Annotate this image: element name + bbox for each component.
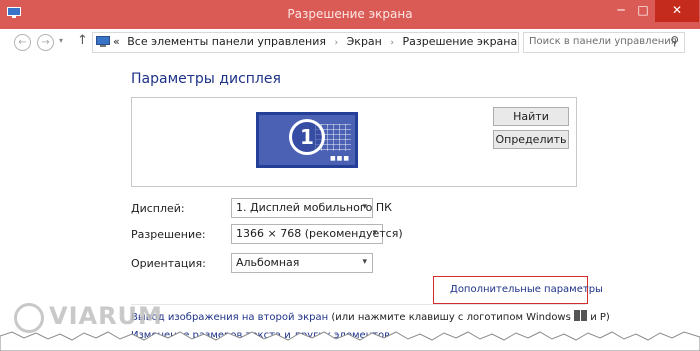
projector-hint-text-end: и Р) — [587, 312, 610, 323]
breadcrumb-overflow[interactable]: « — [113, 35, 120, 48]
search-icon[interactable]: ⚲ — [670, 34, 679, 48]
orientation-select[interactable]: Альбомная ▾ — [231, 253, 373, 273]
resolution-row: Разрешение: 1366 × 768 (рекомендуется) ▾ — [131, 224, 403, 244]
advanced-settings-link[interactable]: Дополнительные параметры — [450, 284, 603, 295]
search-input[interactable]: Поиск в панели управления ⚲ — [523, 32, 685, 53]
recent-locations-dropdown-icon[interactable]: ▾ — [59, 36, 63, 45]
orientation-value: Альбомная — [236, 256, 300, 269]
title-bar: Разрешение экрана ─ □ ✕ — [0, 0, 700, 29]
monitor-1-icon[interactable]: 1 ■■■ — [256, 112, 358, 168]
breadcrumb-item-resolution[interactable]: Разрешение экрана — [402, 35, 517, 48]
breadcrumb-separator-icon[interactable]: › — [390, 38, 394, 48]
monitor-number: 1 — [289, 119, 325, 155]
orientation-row: Ориентация: Альбомная ▾ — [131, 253, 391, 273]
window-title: Разрешение экрана — [287, 7, 413, 21]
projector-hint-text: (или нажмите клавишу с логотипом Windows — [328, 312, 575, 323]
resolution-select[interactable]: 1366 × 768 (рекомендуется) ▾ — [231, 224, 403, 244]
resolution-value: 1366 × 768 (рекомендуется) — [236, 227, 403, 240]
identify-button[interactable]: Определить — [493, 130, 569, 149]
breadcrumb-item-screen[interactable]: Экран — [347, 35, 382, 48]
display-value: 1. Дисплей мобильного ПК — [236, 201, 392, 214]
address-toolbar: ← → ▾ ↑ « Все элементы панели управления… — [0, 29, 700, 54]
up-button[interactable]: ↑ — [77, 33, 88, 48]
chevron-down-icon: ▾ — [362, 257, 367, 267]
advanced-settings-highlight: Дополнительные параметры — [433, 276, 603, 304]
minimize-button[interactable]: ─ — [610, 0, 632, 22]
breadcrumb: « Все элементы панели управления › Экран… — [113, 35, 517, 48]
address-box[interactable]: « Все элементы панели управления › Экран… — [92, 32, 602, 53]
maximize-button[interactable]: □ — [632, 0, 654, 22]
projector-hint: Вывод изображения на второй экран (или н… — [131, 310, 610, 323]
find-button[interactable]: Найти — [493, 107, 569, 126]
display-select[interactable]: 1. Дисплей мобильного ПК ▾ — [231, 198, 392, 218]
control-panel-icon — [96, 36, 110, 47]
display-arrangement-panel: 1 ■■■ Найти Определить — [131, 97, 577, 187]
forward-button[interactable]: → — [37, 34, 54, 51]
watermark-text: VIARUM — [49, 302, 163, 330]
close-button[interactable]: ✕ — [655, 0, 699, 22]
orientation-label: Ориентация: — [131, 257, 206, 270]
divider — [131, 304, 586, 305]
torn-edge-graphic — [0, 331, 700, 351]
breadcrumb-separator-icon[interactable]: › — [335, 38, 339, 48]
chevron-down-icon: ▾ — [372, 228, 377, 238]
back-button[interactable]: ← — [14, 34, 31, 51]
page-title: Параметры дисплея — [131, 71, 281, 87]
search-placeholder: Поиск в панели управления — [529, 36, 677, 47]
breadcrumb-item-all-control-panel[interactable]: Все элементы панели управления — [127, 35, 326, 48]
windows-logo-icon — [574, 310, 588, 321]
monitor-dots-graphic: ■■■ — [329, 155, 350, 162]
display-row: Дисплей: 1. Дисплей мобильного ПК ▾ — [131, 198, 392, 218]
display-label: Дисплей: — [131, 202, 185, 215]
watermark: VIARUM — [15, 302, 163, 330]
resolution-label: Разрешение: — [131, 228, 206, 241]
chevron-down-icon: ▾ — [362, 202, 367, 212]
